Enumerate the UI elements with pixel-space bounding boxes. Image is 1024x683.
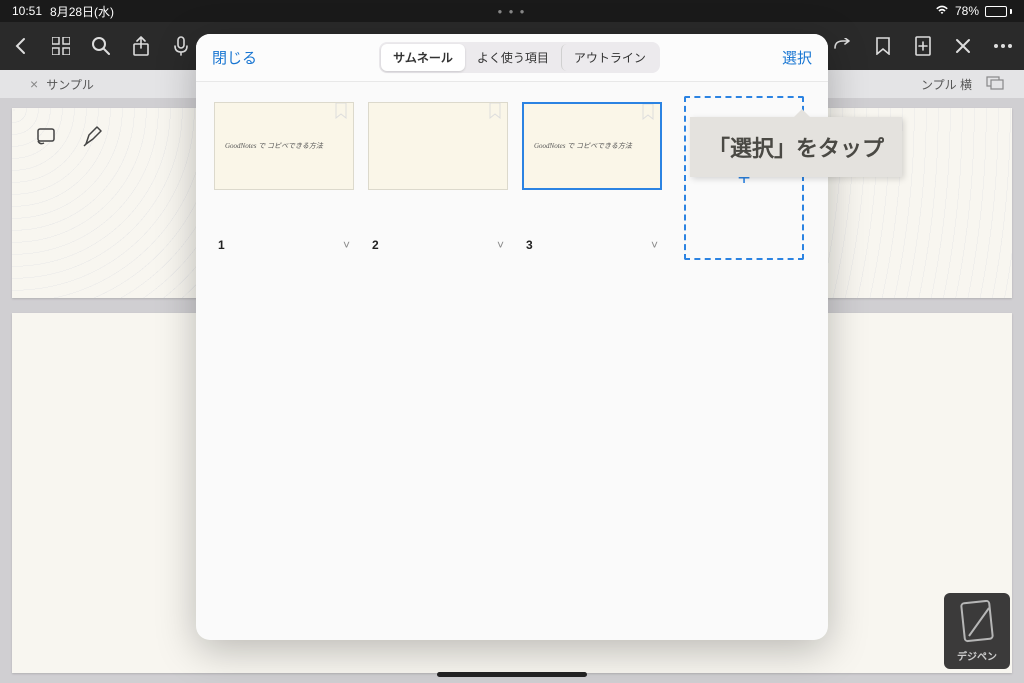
back-icon[interactable]	[10, 35, 32, 57]
battery-percent: 78%	[955, 4, 979, 18]
page-thumbnail-1[interactable]: GoodNotes で コピペできる方法	[214, 102, 354, 190]
mic-icon[interactable]	[170, 35, 192, 57]
modal-header: 閉じる サムネール よく使う項目 アウトライン 選択	[196, 34, 828, 82]
share-icon[interactable]	[130, 35, 152, 57]
thumb-content: GoodNotes で コピペできる方法	[225, 141, 323, 151]
close-button[interactable]: 閉じる	[212, 47, 257, 68]
search-icon[interactable]	[90, 35, 112, 57]
battery-icon	[985, 6, 1012, 17]
tablet-pen-icon	[959, 600, 995, 644]
page-thumbnail-2[interactable]	[368, 102, 508, 190]
instruction-callout: 「選択」をタップ	[690, 117, 902, 177]
more-icon[interactable]	[992, 35, 1014, 57]
watermark-label: デジペン	[957, 648, 997, 663]
tab-label-right: ンプル 横	[921, 76, 972, 93]
segment-outline[interactable]: アウトライン	[561, 44, 658, 71]
thumb-content: GoodNotes で コピペできる方法	[534, 141, 632, 151]
tab-overflow-icon[interactable]	[986, 76, 1004, 93]
bookmark-icon[interactable]	[872, 35, 894, 57]
tab-close-icon[interactable]: ×	[30, 76, 38, 92]
chevron-down-icon[interactable]: ˅	[651, 238, 658, 252]
bookmark-ribbon-icon	[642, 104, 654, 120]
watermark-badge: デジペン	[944, 593, 1010, 669]
lasso-tool-icon[interactable]	[32, 122, 60, 150]
bookmark-ribbon-icon	[489, 103, 501, 119]
grid-icon[interactable]	[50, 35, 72, 57]
view-segmented-control: サムネール よく使う項目 アウトライン	[379, 42, 660, 73]
home-indicator[interactable]	[437, 672, 587, 677]
pen-tool-icon[interactable]	[80, 122, 108, 150]
add-page-icon[interactable]	[912, 35, 934, 57]
wifi-icon	[935, 4, 949, 18]
segment-thumbnail[interactable]: サムネール	[381, 44, 465, 71]
segment-favorites[interactable]: よく使う項目	[465, 44, 561, 71]
chevron-down-icon[interactable]: ˅	[497, 238, 504, 252]
select-button[interactable]: 選択	[782, 47, 812, 68]
redo-icon[interactable]	[832, 35, 854, 57]
page-label-row[interactable]: 3 ˅	[522, 238, 662, 252]
bookmark-ribbon-icon	[335, 103, 347, 119]
page-label-row[interactable]: 2 ˅	[368, 238, 508, 252]
status-bar: 10:51 8月28日(水) ● ● ● 78%	[0, 0, 1024, 22]
document-tab-left[interactable]: × サンプル	[0, 76, 124, 93]
callout-text: 「選択」をタップ	[708, 136, 884, 161]
status-date: 8月28日(水)	[50, 3, 114, 20]
page-number: 2	[372, 238, 379, 252]
page-number: 1	[218, 238, 225, 252]
chevron-down-icon[interactable]: ˅	[343, 238, 350, 252]
status-time: 10:51	[12, 4, 42, 18]
page-thumbnail-3[interactable]: GoodNotes で コピペできる方法	[522, 102, 662, 190]
page-label-row[interactable]: 1 ˅	[214, 238, 354, 252]
page-number: 3	[526, 238, 533, 252]
close-icon[interactable]	[952, 35, 974, 57]
tab-label: サンプル	[46, 76, 94, 93]
multitask-dots[interactable]: ● ● ●	[498, 7, 527, 16]
